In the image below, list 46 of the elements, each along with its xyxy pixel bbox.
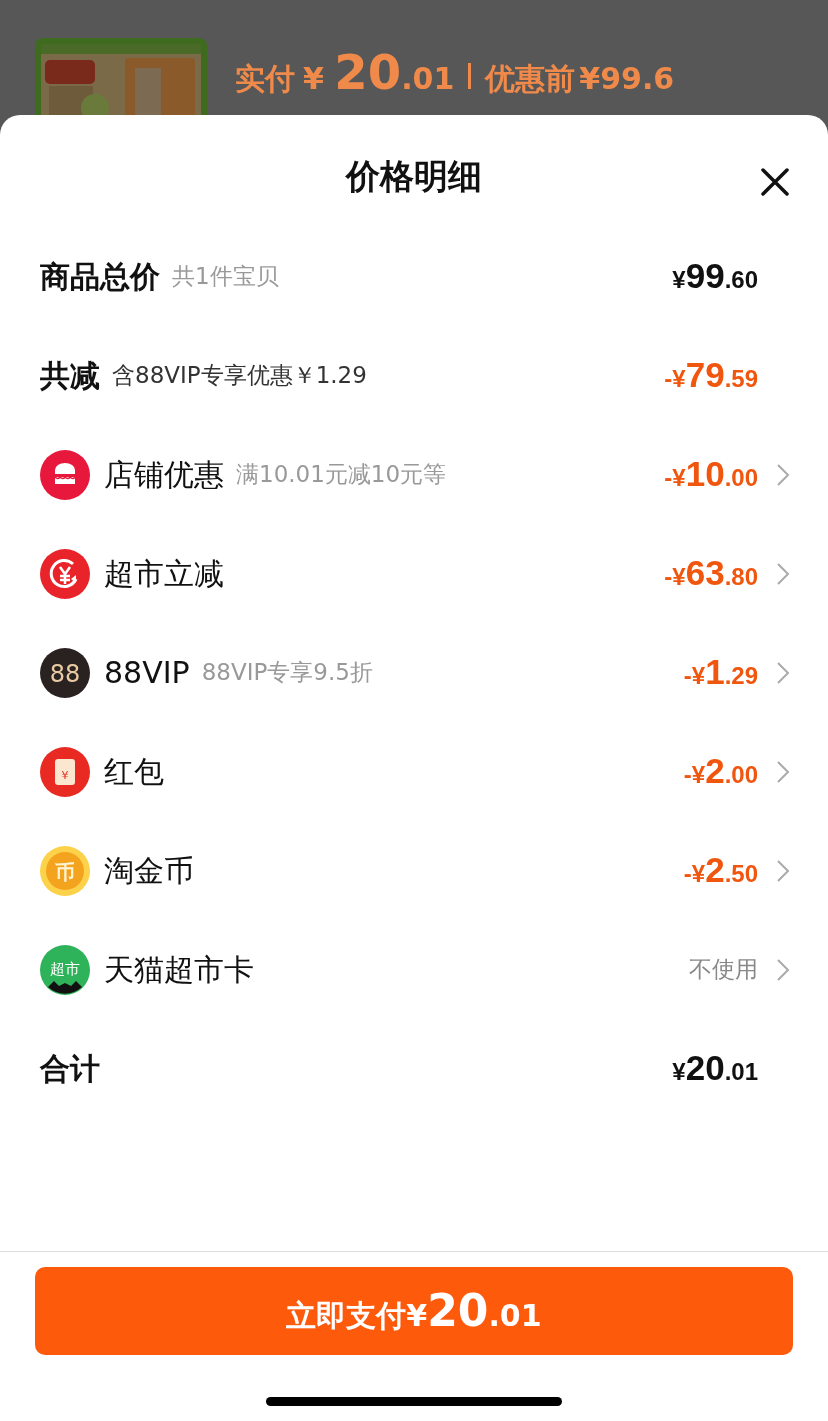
amount: -¥10.00 [664, 453, 758, 496]
status-text: 不使用 [689, 955, 758, 985]
original-price: ¥99.6 [579, 60, 675, 98]
coupon-icon [40, 548, 90, 599]
row-label: 淘金币 [104, 852, 194, 890]
row-label: 商品总价 [40, 258, 160, 296]
row-note: 88VIP专享9.5折 [201, 658, 373, 688]
vip-icon: 88 [40, 647, 90, 698]
row-note: 满10.01元减10元等 [236, 460, 447, 490]
chevron-icon [776, 561, 790, 586]
original-price-label: 优惠前 [485, 60, 576, 98]
chevron-icon [776, 957, 790, 982]
amount: ¥99.60 [672, 255, 758, 298]
shop-icon [40, 449, 90, 500]
amount: ¥20.01 [672, 1047, 758, 1090]
discount-row[interactable]: ¥ 红包 -¥2.00 [40, 722, 790, 821]
row-label: 超市立减 [104, 555, 224, 593]
chevron-icon [776, 660, 790, 685]
discount-row[interactable]: 店铺优惠 满10.01元减10元等 -¥10.00 [40, 425, 790, 524]
chevron-icon [776, 759, 790, 784]
row-label: 共减 [40, 357, 100, 395]
row-note: 共1件宝贝 [172, 262, 279, 292]
chevron-icon [776, 858, 790, 883]
card-icon: 超市 [40, 944, 90, 995]
amount: -¥79.59 [664, 354, 758, 397]
amount: -¥1.29 [683, 651, 758, 694]
close-icon[interactable] [760, 167, 790, 197]
chevron-icon [776, 462, 790, 487]
amount: -¥2.50 [683, 849, 758, 892]
amount: -¥63.80 [664, 552, 758, 595]
paid-label: 实付 [235, 60, 295, 98]
row-label: 合计 [40, 1050, 100, 1088]
row-label: 88VIP [104, 654, 190, 692]
discount-row[interactable]: 币 淘金币 -¥2.50 [40, 821, 790, 920]
paid-amount: ¥ 20.01 [303, 43, 455, 102]
discount-row[interactable]: 超市 天猫超市卡 不使用 [40, 920, 790, 1019]
row-note: 含88VIP专享优惠￥1.29 [112, 361, 367, 391]
envelope-icon: ¥ [40, 746, 90, 797]
coin-icon: 币 [40, 845, 90, 896]
sheet-title: 价格明细 [346, 156, 482, 196]
amount: -¥2.00 [683, 750, 758, 793]
row-label: 红包 [104, 753, 164, 791]
row-label: 店铺优惠 [104, 456, 224, 494]
row-label: 天猫超市卡 [104, 951, 254, 989]
discount-row[interactable]: 88 88VIP 88VIP专享9.5折 -¥1.29 [40, 623, 790, 722]
discount-row[interactable]: 超市立减 -¥63.80 [40, 524, 790, 623]
